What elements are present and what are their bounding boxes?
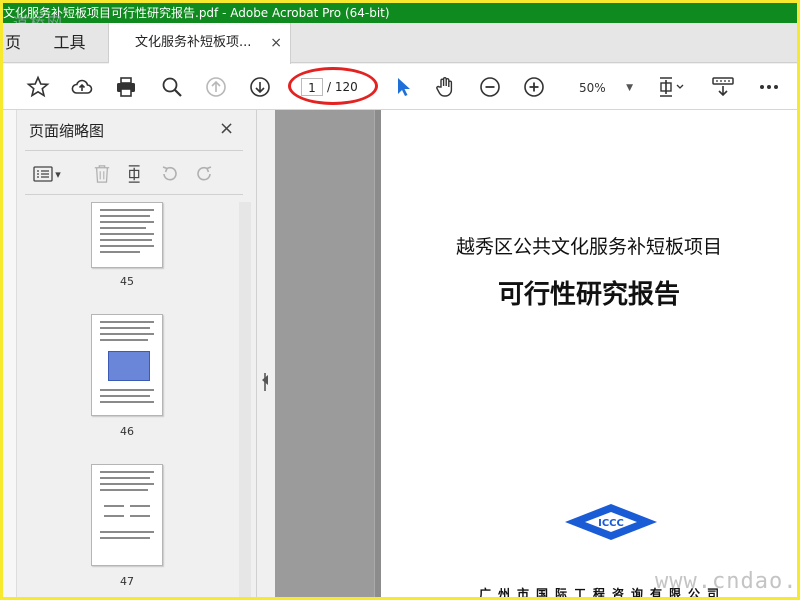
zoom-search-icon[interactable] [158, 73, 186, 101]
bookmark-star-icon[interactable] [24, 73, 52, 101]
document-view[interactable]: 越秀区公共文化服务补短板项目 可行性研究报告 ICCC 广州市国际工程咨询有限公… [275, 110, 797, 597]
watermark-bottom-right: www.cndao.com [655, 569, 797, 594]
thumbnail-scrollbar[interactable] [239, 202, 251, 597]
cloud-upload-icon[interactable] [68, 73, 96, 101]
delete-page-icon[interactable] [89, 162, 115, 186]
keyboard-download-icon[interactable] [709, 73, 737, 101]
chevron-down-icon: ▼ [626, 83, 633, 93]
tab-home[interactable]: 页 [3, 23, 31, 63]
tab-bar: 页 工具 文化服务补短板项... × [3, 23, 797, 64]
insert-page-icon[interactable] [123, 162, 149, 186]
logo-text: ICCC [598, 518, 624, 529]
zoom-out-icon[interactable] [476, 73, 504, 101]
zoom-in-icon[interactable] [520, 73, 548, 101]
pdf-page[interactable]: 越秀区公共文化服务补短板项目 可行性研究报告 ICCC 广州市国际工程咨询有限公… [381, 110, 797, 597]
panel-title: 页面缩略图 [29, 122, 105, 140]
panel-divider-tools [25, 194, 243, 195]
select-cursor-icon[interactable] [389, 73, 417, 101]
zoom-level-select[interactable]: 50% ▼ [569, 77, 637, 99]
panel-divider-top [25, 150, 243, 151]
annotation-oval [288, 67, 378, 105]
more-options-icon[interactable] [755, 73, 783, 101]
next-page-icon[interactable] [246, 73, 274, 101]
thumbnail-label: 47 [120, 575, 134, 588]
thumbnail-list: 45 46 47 [25, 202, 251, 597]
print-icon[interactable] [112, 73, 140, 101]
title-bar: 文化服务补短板项目可行性研究报告.pdf - Adobe Acrobat Pro… [3, 3, 797, 23]
acrobat-window: 文化服务补短板项目可行性研究报告.pdf - Adobe Acrobat Pro… [3, 3, 797, 597]
thumbnail-page-47[interactable] [91, 464, 163, 566]
hand-tool-icon[interactable] [431, 73, 459, 101]
thumbnail-panel: 页面缩略图 × ▾ 45 46 47 [3, 110, 257, 597]
document-title-line1: 越秀区公共文化服务补短板项目 [455, 236, 722, 258]
thumbnail-label: 45 [120, 275, 134, 288]
tab-close-icon[interactable]: × [270, 23, 282, 63]
tab-document[interactable]: 文化服务补短板项... × [109, 23, 291, 64]
rotate-left-icon[interactable] [157, 162, 183, 186]
tab-tools[interactable]: 工具 [31, 23, 109, 63]
panel-close-icon[interactable]: × [219, 118, 234, 139]
thumbnail-label: 46 [120, 425, 134, 438]
rotate-right-icon[interactable] [191, 162, 217, 186]
collapse-panel-arrow-icon[interactable] [262, 375, 268, 385]
page-fit-icon[interactable] [654, 73, 690, 101]
thumbnail-page-46[interactable] [91, 314, 163, 416]
thumbnail-page-45[interactable] [91, 202, 163, 268]
thumbnail-scrollbar-thumb[interactable] [239, 202, 251, 597]
company-logo: ICCC [565, 504, 657, 540]
document-title-line2: 可行性研究报告 [497, 280, 680, 310]
thumbnail-options-icon[interactable]: ▾ [29, 162, 65, 186]
main-toolbar: 1 / 120 50% ▼ [3, 64, 797, 110]
thumbnail-diagram [108, 351, 150, 381]
zoom-level-value: 50% [579, 81, 606, 95]
options-chevron-icon: ▾ [55, 167, 61, 181]
panel-edge-strip [3, 110, 17, 597]
page-gutter [275, 110, 375, 597]
panel-splitter[interactable] [257, 110, 275, 597]
tab-document-label: 文化服务补短板项... [135, 35, 252, 50]
previous-page-icon[interactable] [202, 73, 230, 101]
thumbnail-toolbar: ▾ [25, 160, 245, 188]
